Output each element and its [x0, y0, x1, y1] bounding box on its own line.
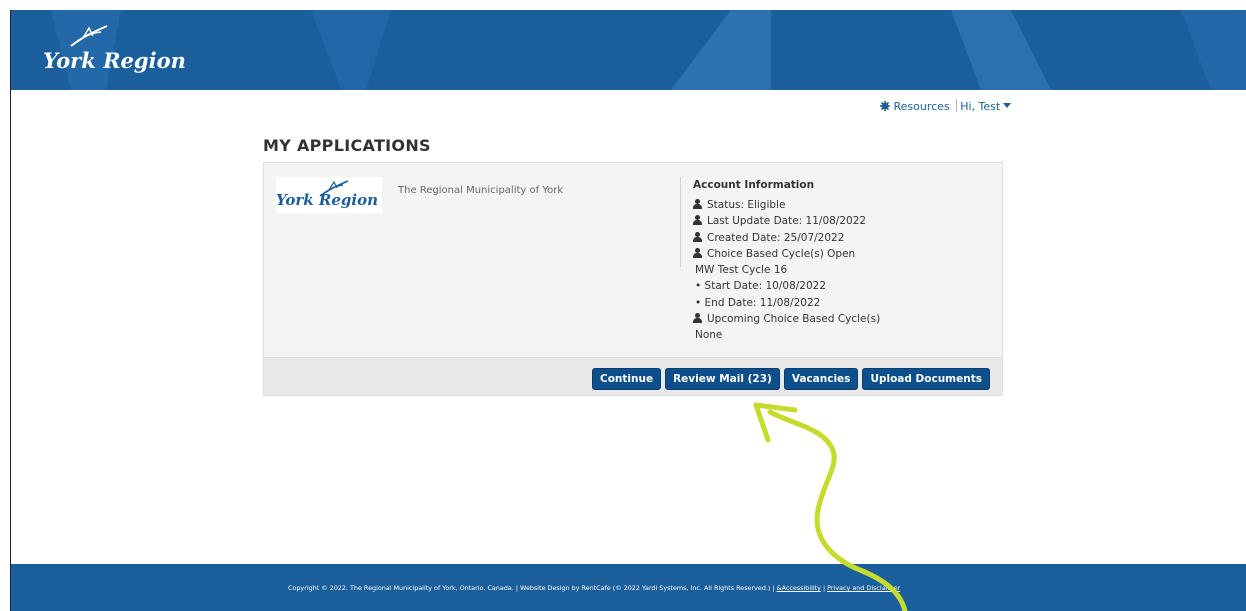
bird-logo-icon	[70, 25, 108, 47]
logo-text: York Region	[43, 48, 186, 73]
upcoming-line: Upcoming Choice Based Cycle(s)	[693, 311, 880, 327]
top-nav: Resources Hi, Test	[880, 99, 1012, 113]
account-title: Account Information	[693, 179, 815, 191]
person-icon	[693, 215, 702, 226]
card-actions: Continue Review Mail (23) Vacancies Uplo…	[264, 357, 1002, 395]
site-header: York Region	[11, 10, 1246, 90]
person-icon	[693, 199, 702, 209]
application-card: York Region The Regional Municipality of…	[263, 162, 1003, 396]
header-decor	[51, 10, 1246, 90]
cycle-name-line: MW Test Cycle 16	[695, 264, 788, 277]
person-icon	[693, 313, 702, 324]
accessibility-link[interactable]: &Accessibility	[777, 584, 821, 592]
upload-documents-button[interactable]: Upload Documents	[862, 368, 990, 390]
upcoming-value-line: None	[695, 329, 723, 342]
card-logo: York Region	[276, 177, 382, 213]
action-buttons: Continue Review Mail (23) Vacancies Uplo…	[591, 368, 990, 390]
gear-icon	[880, 101, 890, 111]
upcoming-text: Upcoming Choice Based Cycle(s)	[707, 313, 881, 326]
cycle-open-line: Choice Based Cycle(s) Open	[693, 246, 880, 262]
status-text: Status: Eligible	[707, 199, 786, 211]
created-text: Created Date: 25/07/2022	[707, 231, 845, 244]
caret-down-icon	[1003, 103, 1012, 108]
york-region-logo[interactable]: York Region	[43, 24, 186, 74]
last-update-line: Last Update Date: 11/08/2022	[693, 213, 880, 229]
person-icon	[693, 231, 702, 242]
footer-text: Copyright © 2022. The Regional Municipal…	[288, 584, 900, 592]
person-icon	[693, 247, 702, 258]
nav-divider	[956, 99, 958, 112]
vacancies-button[interactable]: Vacancies	[783, 368, 859, 390]
page-title: MY APPLICATIONS	[263, 136, 431, 155]
created-line: Created Date: 25/07/2022	[693, 230, 880, 246]
resources-link[interactable]: Resources	[880, 100, 953, 113]
privacy-link[interactable]: Privacy and Disclaimer	[827, 584, 900, 592]
review-mail-button[interactable]: Review Mail (23)	[665, 368, 780, 390]
copyright-text: Copyright © 2022. The Regional Municipal…	[288, 584, 777, 592]
end-date-line: • End Date: 11/08/2022	[695, 296, 821, 309]
user-menu-label: Hi, Test	[960, 100, 1001, 113]
continue-button[interactable]: Continue	[591, 368, 662, 390]
account-information: Account Information Status: Eligible Las…	[693, 179, 880, 344]
card-logo-text: York Region	[276, 191, 379, 209]
site-footer: Copyright © 2022. The Regional Municipal…	[11, 564, 1246, 611]
resources-label: Resources	[893, 100, 950, 113]
user-menu[interactable]: Hi, Test	[960, 100, 1012, 113]
frame-border	[10, 10, 11, 611]
card-divider	[680, 177, 681, 267]
cycle-open-text: Choice Based Cycle(s) Open	[707, 247, 856, 260]
status-line: Status: Eligible	[693, 197, 880, 213]
org-name: The Regional Municipality of York	[398, 185, 564, 196]
start-date-line: • Start Date: 10/08/2022	[695, 280, 827, 293]
last-update-text: Last Update Date: 11/08/2022	[707, 215, 867, 228]
